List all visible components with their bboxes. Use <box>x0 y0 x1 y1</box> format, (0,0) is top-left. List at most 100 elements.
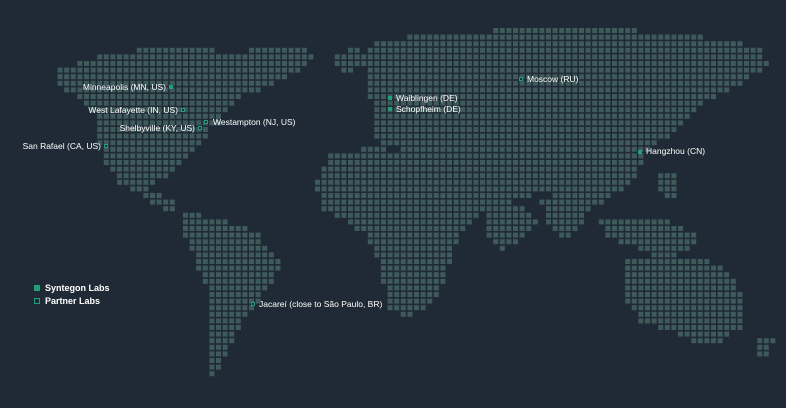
land-dot <box>664 87 670 93</box>
land-dot <box>684 278 690 284</box>
land-dot <box>354 193 360 198</box>
land-dot <box>70 74 76 80</box>
land-dot <box>691 94 697 99</box>
land-dot <box>387 259 393 264</box>
land-dot <box>480 186 485 192</box>
land-dot <box>598 100 604 106</box>
land-dot <box>572 107 578 113</box>
land-dot <box>176 80 182 86</box>
land-dot <box>130 186 136 192</box>
land-dot <box>631 160 637 165</box>
land-dot <box>328 153 334 159</box>
land-dot <box>579 41 584 47</box>
land-dot <box>150 54 155 60</box>
land-dot <box>691 325 697 330</box>
land-dot <box>400 133 406 139</box>
land-dot <box>394 61 400 66</box>
land-dot <box>420 113 426 119</box>
land-dot <box>499 67 505 73</box>
land-dot <box>671 272 677 278</box>
land-dot <box>737 67 743 73</box>
land-dot <box>328 160 334 165</box>
land-dot <box>684 100 690 106</box>
land-dot <box>473 212 479 218</box>
land-dot <box>407 153 413 159</box>
land-dot <box>697 311 703 317</box>
land-dot <box>499 146 505 152</box>
land-dot <box>249 245 254 251</box>
land-dot <box>387 153 393 159</box>
land-dot <box>612 173 617 179</box>
land-dot <box>216 259 221 264</box>
land-dot <box>427 87 433 93</box>
land-dot <box>532 146 538 152</box>
land-dot <box>565 41 571 47</box>
land-dot <box>572 120 578 126</box>
land-dot <box>433 186 439 192</box>
land-dot <box>539 47 545 53</box>
land-dot <box>664 100 670 106</box>
land-dot <box>381 160 386 165</box>
land-dot <box>631 239 637 245</box>
land-dot <box>143 133 149 139</box>
land-dot <box>156 160 162 165</box>
land-dot <box>513 173 518 179</box>
land-dot <box>341 153 347 159</box>
land-dot <box>499 94 505 99</box>
land-dot <box>282 47 287 53</box>
land-dot <box>374 179 380 185</box>
land-dot <box>671 305 677 311</box>
land-dot <box>400 245 406 251</box>
land-dot <box>196 113 202 119</box>
land-dot <box>255 61 261 66</box>
land-dot <box>222 94 228 99</box>
land-dot <box>552 61 558 66</box>
land-dot <box>704 41 710 47</box>
land-dot <box>183 219 188 225</box>
land-dot <box>361 173 367 179</box>
land-dot <box>189 219 195 225</box>
land-dot <box>348 193 353 198</box>
land-dot <box>691 305 697 311</box>
land-dot <box>579 199 584 205</box>
land-dot <box>651 34 657 40</box>
land-dot <box>123 54 129 60</box>
land-dot <box>110 74 116 80</box>
land-dot <box>301 47 307 53</box>
land-dot <box>216 232 221 238</box>
land-dot <box>513 113 518 119</box>
land-dot <box>348 219 353 225</box>
land-dot <box>407 199 413 205</box>
label-schopfheim: Schopfheim (DE) <box>396 104 461 114</box>
land-dot <box>618 94 624 99</box>
land-dot <box>526 226 532 231</box>
land-dot <box>222 331 228 337</box>
land-dot <box>532 166 538 172</box>
land-dot <box>222 232 228 238</box>
land-dot <box>169 74 175 80</box>
land-dot <box>169 206 175 212</box>
land-dot <box>367 239 373 245</box>
land-dot <box>513 179 518 185</box>
land-dot <box>427 74 433 80</box>
land-dot <box>110 133 116 139</box>
land-dot <box>374 199 380 205</box>
land-dot <box>526 146 532 152</box>
land-dot <box>268 252 274 258</box>
land-dot <box>381 146 386 152</box>
land-dot <box>354 54 360 60</box>
land-dot <box>664 239 670 245</box>
land-dot <box>156 173 162 179</box>
land-dot <box>440 153 446 159</box>
land-dot <box>374 107 380 113</box>
land-dot <box>176 146 182 152</box>
land-dot <box>229 298 235 304</box>
land-dot <box>638 120 644 126</box>
land-dot <box>532 41 538 47</box>
land-dot <box>651 305 657 311</box>
land-dot <box>202 219 208 225</box>
land-dot <box>229 245 235 251</box>
land-dot <box>255 47 261 53</box>
land-dot <box>592 173 598 179</box>
land-dot <box>143 193 149 198</box>
